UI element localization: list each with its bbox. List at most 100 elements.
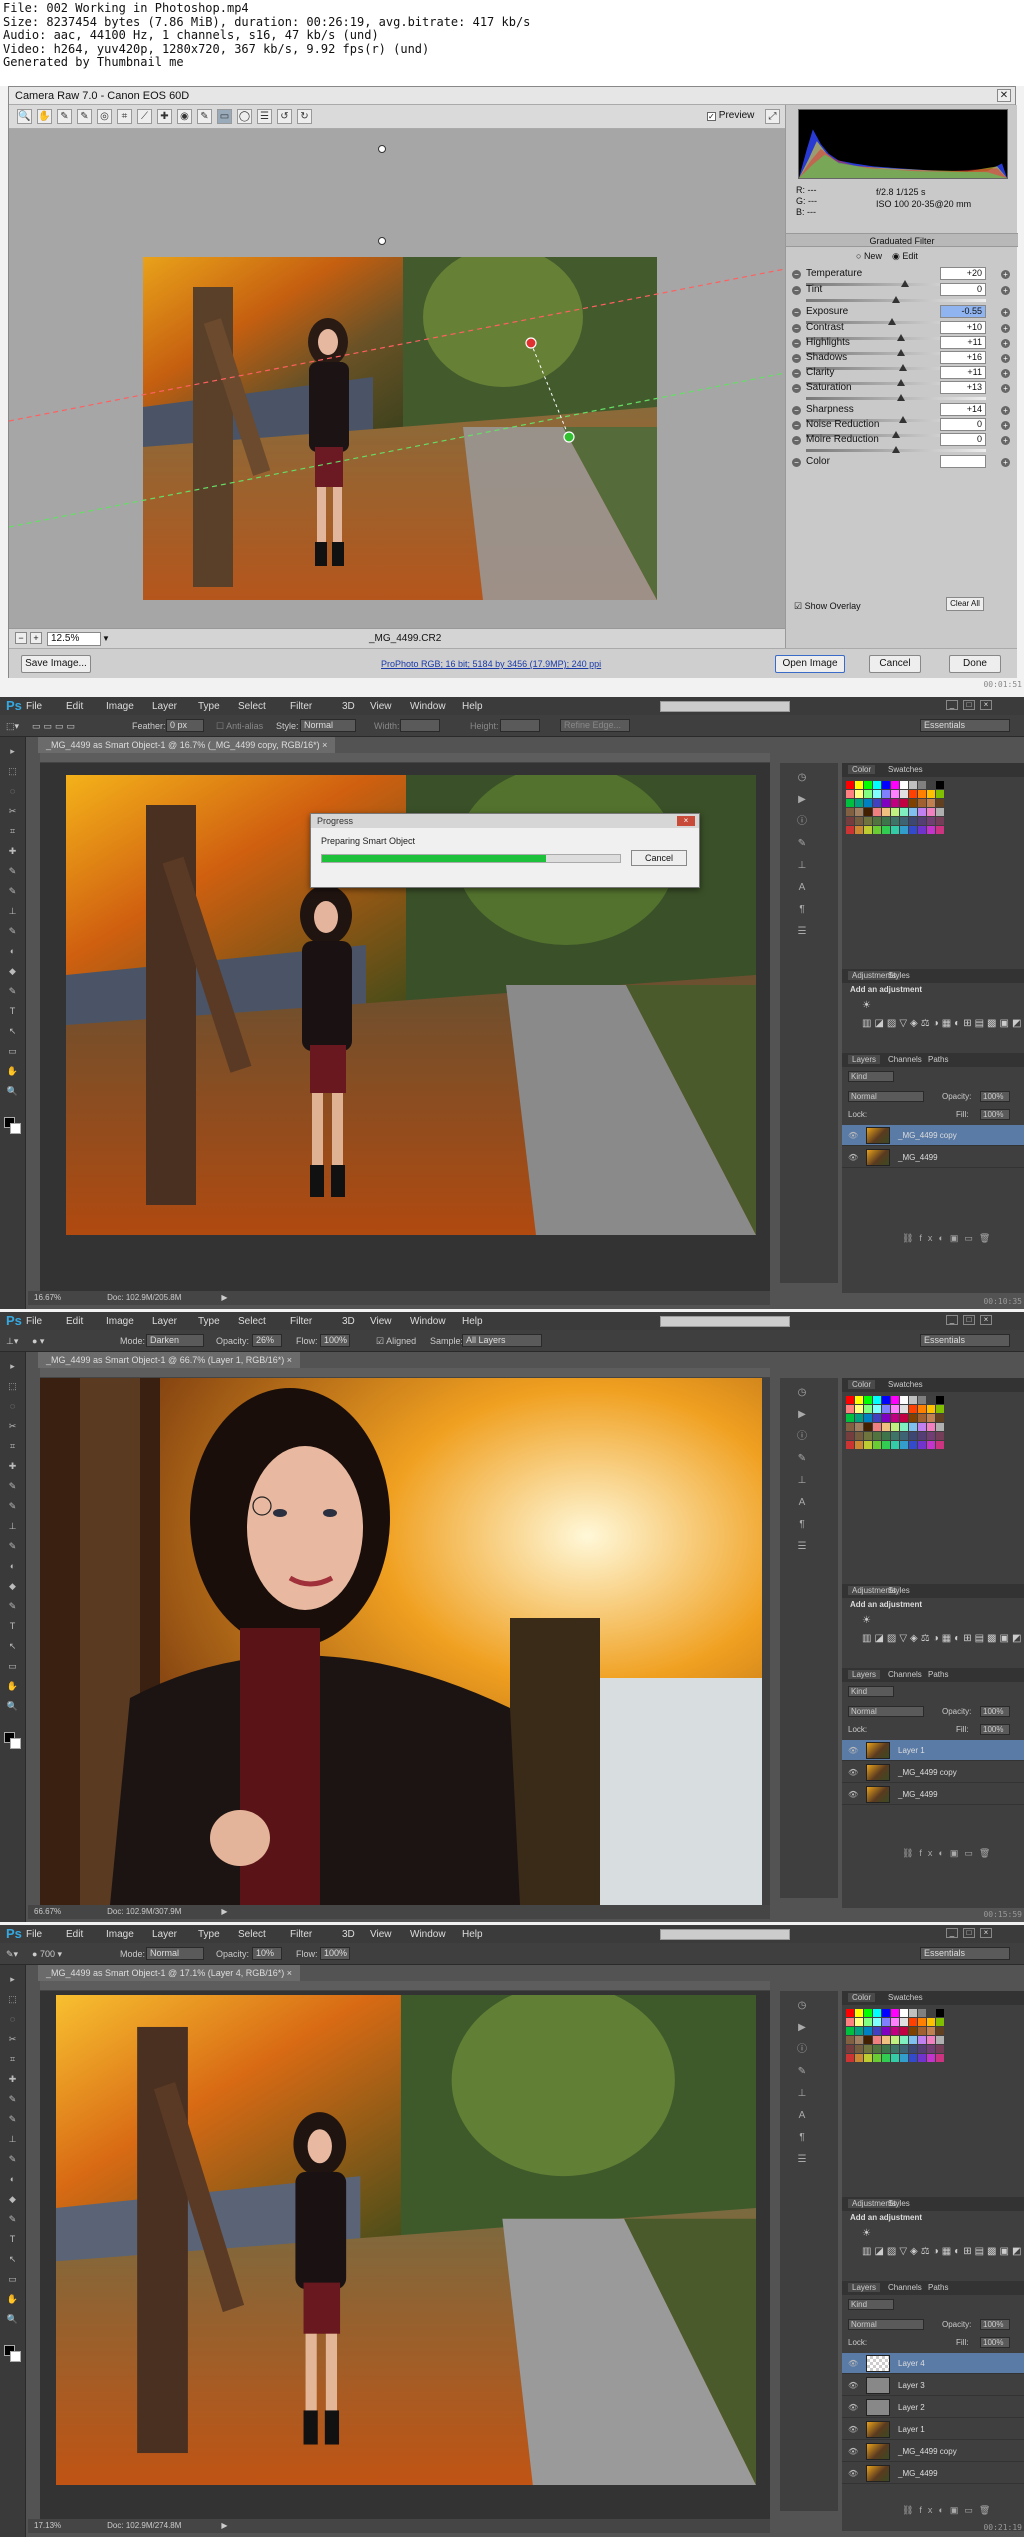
swatch[interactable] [855,790,863,798]
minus-icon[interactable]: − [792,286,801,295]
visibility-eye-icon[interactable]: 👁 [848,2381,858,2390]
zoom-tool-icon[interactable]: 🔍 [6,1700,19,1713]
swatch[interactable] [873,1423,881,1431]
panel-tab-swatches[interactable]: Swatches [888,1380,923,1389]
close-icon[interactable]: × [980,700,992,710]
crop-tool-icon[interactable]: ⌗ [6,825,19,838]
swatch[interactable] [900,2018,908,2026]
swatch[interactable] [936,2018,944,2026]
slider-saturation[interactable]: − Saturation +13 + [792,381,1010,405]
swatch[interactable] [918,799,926,807]
swatch[interactable] [936,2036,944,2044]
swatch[interactable] [936,2027,944,2035]
swatch[interactable] [882,2018,890,2026]
swatch[interactable] [909,1432,917,1440]
swatch[interactable] [918,1396,926,1404]
workspace-select[interactable]: Essentials [920,1334,1010,1347]
crop-tool-icon[interactable]: ⌗ [6,2053,19,2066]
quick-select-tool-icon[interactable]: ✂ [6,805,19,818]
slider-value-input[interactable]: +11 [940,336,986,349]
eyedropper-tool-icon[interactable]: ✚ [6,1460,19,1473]
document-tab[interactable]: _MG_4499 as Smart Object-1 @ 17.1% (Laye… [38,1965,300,1981]
brush-panel-icon[interactable]: ✎ [795,2065,809,2079]
layer-kind-select[interactable]: Kind [848,1071,894,1082]
background-color-swatch[interactable] [10,2351,21,2362]
swatch[interactable] [900,1405,908,1413]
lasso-tool-icon[interactable]: ◌ [6,1400,19,1413]
swatch[interactable] [864,2036,872,2044]
info-icon[interactable]: ⓘ [795,815,809,829]
swatch[interactable] [900,1414,908,1422]
swatch[interactable] [855,2027,863,2035]
paragraph-icon[interactable]: ¶ [795,2131,809,2145]
swatch[interactable] [846,781,854,789]
type-tool-icon[interactable]: T [6,1005,19,1018]
swatch[interactable] [909,1414,917,1422]
menu-view[interactable]: View [370,1316,392,1327]
slider-moire-reduction[interactable]: − Moire Reduction 0 + [792,433,1010,457]
pen-tool-icon[interactable]: ✎ [6,985,19,998]
layer-row[interactable]: 👁 _MG_4499 copy [842,1125,1024,1146]
swatch[interactable] [882,2045,890,2053]
swatch[interactable] [882,826,890,834]
swatch[interactable] [891,790,899,798]
swatch[interactable] [918,790,926,798]
swatch[interactable] [909,2036,917,2044]
swatch[interactable] [855,808,863,816]
canvas-area[interactable] [40,1378,770,1905]
swatch[interactable] [864,799,872,807]
swatch[interactable] [909,2045,917,2053]
slider-value-input[interactable]: +14 [940,403,986,416]
height-input[interactable] [500,719,540,732]
visibility-eye-icon[interactable]: 👁 [848,2403,858,2412]
swatch[interactable] [936,2045,944,2053]
swatch[interactable] [855,799,863,807]
swatch[interactable] [846,2027,854,2035]
menu-filter[interactable]: Filter [290,1929,312,1940]
swatch[interactable] [918,2018,926,2026]
edit-radio[interactable]: ◉ Edit [892,251,918,261]
minus-icon[interactable]: − [792,324,801,333]
menu-image[interactable]: Image [106,1316,134,1327]
fill-input[interactable]: 100% [980,2337,1010,2348]
clone-stamp-tool-icon[interactable]: ⊥ [6,1520,19,1533]
image-preview-area[interactable] [9,129,785,629]
swatch[interactable] [882,2054,890,2062]
slider-value-input[interactable]: 0 [940,418,986,431]
swatch[interactable] [900,1441,908,1449]
gradient-tool-icon[interactable]: ◆ [6,2193,19,2206]
swatch[interactable] [936,799,944,807]
swatch[interactable] [864,1405,872,1413]
menu-filter[interactable]: Filter [290,701,312,712]
swatch[interactable] [855,826,863,834]
minus-icon[interactable]: − [792,436,801,445]
menu-layer[interactable]: Layer [152,701,177,712]
shape-tool-icon[interactable]: ▭ [6,1660,19,1673]
style-select[interactable]: Normal [300,719,356,732]
swatch[interactable] [873,817,881,825]
quick-select-tool-icon[interactable]: ✂ [6,2033,19,2046]
plus-icon[interactable]: + [1001,339,1010,348]
info-icon[interactable]: ⓘ [795,1430,809,1444]
swatch[interactable] [909,2054,917,2062]
close-button[interactable]: ✕ [997,89,1011,102]
gradient-tool-icon[interactable]: ◆ [6,965,19,978]
swatch[interactable] [855,1432,863,1440]
adjustment-icons[interactable]: ☀▥◪▨▽◈⚖◑▦◐⊞▤▩▣◩◘ [862,997,1024,1033]
swatch[interactable] [855,1423,863,1431]
brush-panel-icon[interactable]: ✎ [795,1452,809,1466]
swatch[interactable] [936,1441,944,1449]
swatch[interactable] [891,2009,899,2017]
hand-tool-icon[interactable]: ✋ [6,2293,19,2306]
menu-help[interactable]: Help [462,701,483,712]
history-icon[interactable]: ◷ [795,1386,809,1400]
swatch[interactable] [864,808,872,816]
swatch[interactable] [891,1441,899,1449]
healing-tool-icon[interactable]: ✎ [6,2093,19,2106]
swatch[interactable] [900,1432,908,1440]
swatch[interactable] [918,1441,926,1449]
paragraph-icon[interactable]: ¶ [795,1518,809,1532]
swatch[interactable] [873,1414,881,1422]
menu-type[interactable]: Type [198,701,220,712]
history-icon[interactable]: ◷ [795,771,809,785]
